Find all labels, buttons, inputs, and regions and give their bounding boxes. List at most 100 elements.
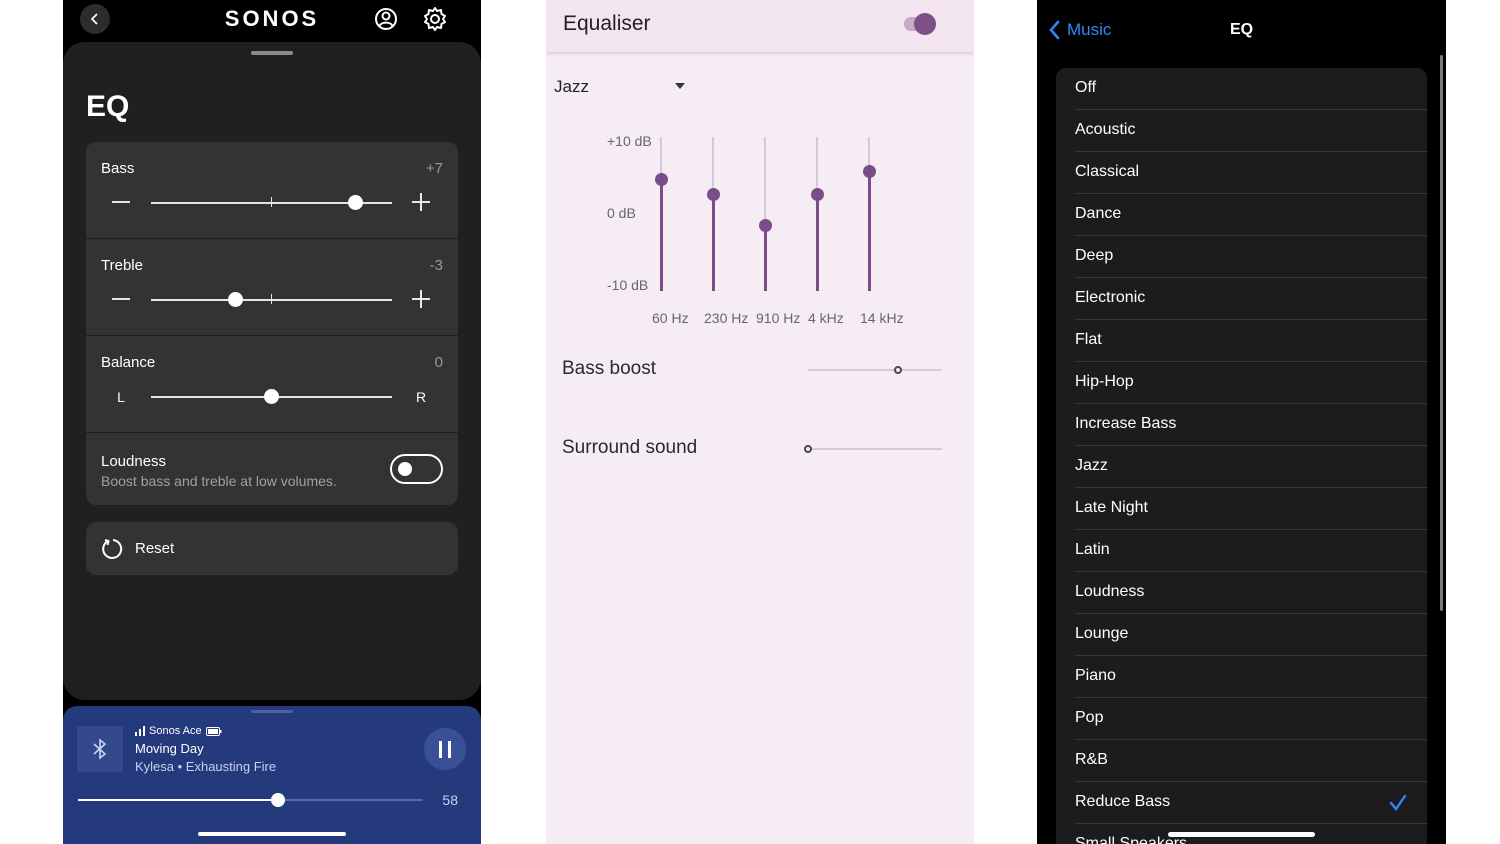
- eq-preset-item[interactable]: Electronic: [1056, 278, 1427, 320]
- minus-icon: [112, 298, 130, 300]
- eq-preset-item[interactable]: Classical: [1056, 152, 1427, 194]
- band-slider-fill: [815, 194, 819, 291]
- treble-slider-thumb[interactable]: [227, 292, 243, 307]
- reset-icon: [102, 539, 123, 559]
- eq-preset-label: Increase Bass: [1075, 415, 1177, 432]
- balance-slider-thumb[interactable]: [264, 389, 279, 404]
- bass-decrease-button[interactable]: [110, 192, 132, 215]
- sheet-grabber[interactable]: [251, 51, 293, 55]
- eq-preset-item[interactable]: Flat: [1056, 320, 1427, 362]
- minus-icon: [112, 201, 130, 203]
- band-slider-thumb[interactable]: [654, 172, 668, 186]
- eq-preset-label: Classical: [1075, 163, 1140, 180]
- account-icon[interactable]: [373, 6, 399, 32]
- loudness-subtitle: Boost bass and treble at low volumes.: [101, 473, 337, 489]
- sonos-logo: SONOS: [224, 6, 320, 31]
- preset-dropdown[interactable]: Jazz: [554, 77, 589, 97]
- treble-label: Treble: [101, 257, 143, 274]
- band-slider-thumb[interactable]: [706, 188, 720, 202]
- eq-preset-label: R&B: [1075, 751, 1108, 768]
- eq-preset-label: Latin: [1075, 541, 1110, 558]
- bass-label: Bass: [101, 160, 135, 177]
- eq-preset-item[interactable]: Acoustic: [1056, 110, 1427, 152]
- eq-preset-label: Off: [1075, 79, 1097, 96]
- reset-button[interactable]: Reset: [86, 522, 458, 575]
- treble-center-tick: [271, 294, 272, 304]
- balance-left-label: L: [117, 389, 125, 405]
- eq-preset-item[interactable]: Pop: [1056, 698, 1427, 740]
- bass-card: Bass +7: [86, 142, 458, 238]
- surround-sound-thumb[interactable]: [804, 445, 812, 453]
- page-title: EQ: [1229, 21, 1254, 38]
- bass-center-tick: [271, 197, 272, 207]
- bass-boost-thumb[interactable]: [893, 366, 902, 374]
- eq-preset-label: Deep: [1075, 247, 1114, 264]
- eq-preset-item[interactable]: Piano: [1056, 656, 1427, 698]
- ios-eq-screen: Music EQ Off Acoustic Classical Dance Deep El…: [1037, 0, 1446, 844]
- loudness-toggle[interactable]: [390, 454, 443, 484]
- band-frequency-label: 14 kHz: [860, 310, 904, 326]
- band-slider-thumb[interactable]: [810, 188, 824, 202]
- band-slider-thumb[interactable]: [758, 219, 772, 233]
- loudness-card: Loudness Boost bass and treble at low vo…: [86, 433, 458, 505]
- pause-icon: [439, 741, 451, 758]
- eq-preset-item[interactable]: Off: [1056, 68, 1427, 110]
- toggle-knob: [398, 462, 412, 476]
- eq-preset-item[interactable]: Increase Bass: [1056, 404, 1427, 446]
- eq-preset-item[interactable]: R&B: [1056, 740, 1427, 782]
- eq-preset-item[interactable]: Deep: [1056, 236, 1427, 278]
- page-title: Equaliser: [563, 12, 651, 35]
- volume-value: 58: [442, 792, 458, 808]
- treble-value: -3: [429, 257, 443, 274]
- eq-preset-item[interactable]: Latin: [1056, 530, 1427, 572]
- eq-preset-item[interactable]: Lounge: [1056, 614, 1427, 656]
- bluetooth-icon: [93, 738, 107, 760]
- battery-icon: [205, 726, 222, 736]
- band-slider-fill: [867, 171, 871, 291]
- band-slider-thumb[interactable]: [862, 165, 876, 179]
- eq-preset-label: Pop: [1075, 709, 1104, 726]
- eq-preset-label: Dance: [1075, 205, 1122, 222]
- reset-label: Reset: [135, 540, 175, 557]
- eq-preset-label: Electronic: [1075, 289, 1146, 306]
- eq-preset-item[interactable]: Reduce Bass: [1056, 782, 1427, 824]
- db-label-zero: 0 dB: [607, 205, 636, 221]
- eq-preset-item[interactable]: Hip-Hop: [1056, 362, 1427, 404]
- band-slider-fill: [711, 194, 715, 291]
- dropdown-arrow-icon[interactable]: [675, 83, 685, 89]
- bass-slider-thumb[interactable]: [348, 195, 364, 210]
- treble-increase-button[interactable]: [410, 289, 432, 312]
- player-grabber[interactable]: [251, 710, 293, 713]
- volume-thumb[interactable]: [271, 793, 286, 807]
- checkmark-icon: [1389, 794, 1407, 811]
- signal-icon: [135, 726, 145, 736]
- band-slider-fill: [659, 179, 663, 291]
- volume-slider[interactable]: [78, 793, 423, 807]
- eq-preset-item[interactable]: Jazz: [1056, 446, 1427, 488]
- eq-preset-item[interactable]: Dance: [1056, 194, 1427, 236]
- sonos-eq-screen: SONOS EQ Bass +7 Treble -3 Balance 0 L R…: [63, 0, 481, 844]
- eq-preset-item[interactable]: Loudness: [1056, 572, 1427, 614]
- bass-boost-slider[interactable]: [808, 369, 942, 371]
- home-indicator: [198, 832, 346, 836]
- artist-album: Kylesa • Exhausting Fire: [135, 759, 277, 774]
- band-frequency-label: 910 Hz: [756, 310, 801, 326]
- band-frequency-label: 4 kHz: [808, 310, 844, 326]
- treble-decrease-button[interactable]: [110, 289, 132, 312]
- pause-button[interactable]: [424, 728, 466, 770]
- plus-icon: [412, 193, 430, 211]
- bass-increase-button[interactable]: [410, 192, 432, 215]
- balance-value: 0: [434, 354, 443, 371]
- now-playing-bar[interactable]: Sonos Ace Moving Day Kylesa • Exhausting…: [63, 706, 481, 844]
- eq-preset-label: Hip-Hop: [1075, 373, 1134, 390]
- settings-gear-icon[interactable]: [422, 6, 448, 32]
- surround-sound-slider[interactable]: [808, 448, 942, 450]
- scrollbar[interactable]: [1440, 55, 1443, 611]
- eq-preset-label: Lounge: [1075, 625, 1129, 642]
- equaliser-switch-knob[interactable]: [914, 13, 936, 35]
- page-title: EQ: [86, 90, 130, 123]
- app-bar: Equaliser: [546, 0, 974, 52]
- eq-preset-item[interactable]: Late Night: [1056, 488, 1427, 530]
- band-frequency-label: 230 Hz: [704, 310, 749, 326]
- balance-card: Balance 0 L R: [86, 336, 458, 432]
